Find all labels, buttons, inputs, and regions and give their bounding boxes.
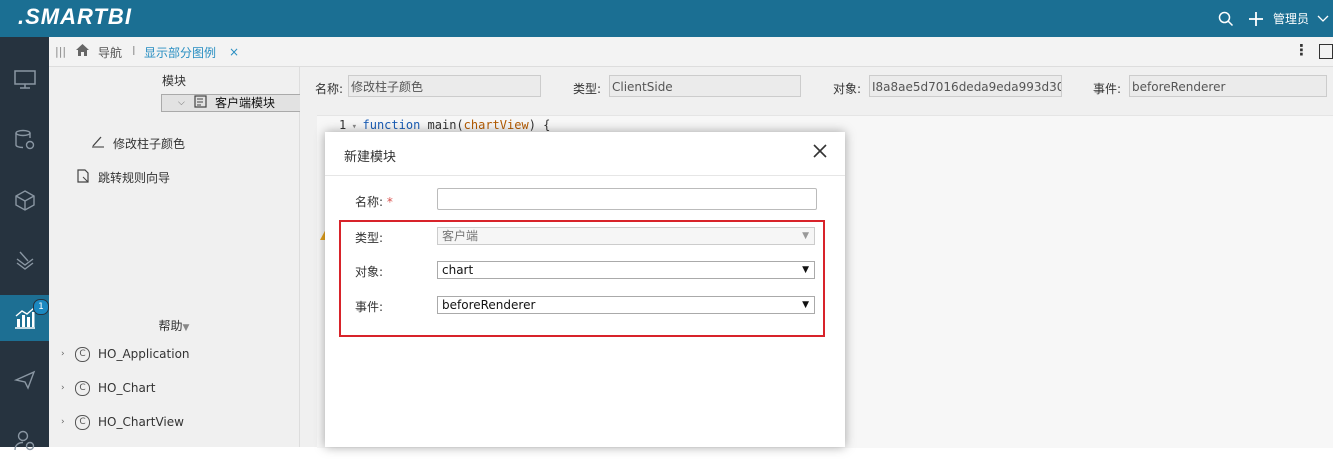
dropdown-arrow-icon: ▼ <box>802 300 809 310</box>
modules-header: 模块 <box>161 74 186 88</box>
rail-send-icon[interactable] <box>0 357 49 403</box>
edit-script-icon <box>91 135 105 151</box>
tree-item-jump-rule-wizard[interactable]: 跳转规则向导 <box>49 162 299 192</box>
top-bar: .SMARTBI 管理员 <box>0 0 1333 37</box>
module-folder-icon <box>194 94 207 112</box>
tree-item-label: 修改柱子颜色 <box>113 136 186 151</box>
fold-icon[interactable]: ▾ <box>346 122 362 132</box>
notification-badge: 1 <box>33 299 49 315</box>
close-icon[interactable] <box>813 144 827 161</box>
type-label: 类型: <box>573 82 602 96</box>
dialog-event-label: 事件: <box>355 300 384 314</box>
wizard-doc-icon <box>77 168 90 186</box>
help-item-label: HO_Chart <box>98 381 156 395</box>
top-right-tools: 管理员 <box>1211 0 1333 37</box>
dialog-type-value: 客户端 <box>442 229 479 243</box>
dialog-object-value: chart <box>442 263 474 277</box>
dialog-type-label: 类型: <box>355 231 384 245</box>
rail-database-icon[interactable] <box>0 117 49 163</box>
chevron-right-icon[interactable]: › <box>61 349 71 359</box>
help-item-ho-chartview[interactable]: › C HO_ChartView <box>49 407 299 437</box>
rail-analysis-icon[interactable]: 1 <box>0 295 49 341</box>
dialog-object-label: 对象: <box>355 265 384 279</box>
close-tab-icon[interactable]: × <box>229 45 239 59</box>
chevron-right-icon[interactable]: › <box>61 383 71 393</box>
caret-down-icon: ▼ <box>182 323 190 333</box>
dialog-event-select[interactable]: beforeRenderer ▼ <box>437 296 815 314</box>
nav-tab-label[interactable]: 导航 <box>98 44 122 61</box>
help-item-ho-chart[interactable]: › C HO_Chart <box>49 373 299 403</box>
new-module-dialog: 新建模块 名称: * 类型: 客户端 ▼ 对象: chart ▼ 事件: befor… <box>325 132 845 447</box>
event-field[interactable]: beforeRenderer <box>1129 75 1327 97</box>
tab-bar: ||| 导航 I 显示部分图例 × ⋮ <box>49 37 1333 67</box>
class-icon: C <box>75 414 90 430</box>
code-keyword: function <box>362 118 421 132</box>
required-mark: * <box>386 195 393 209</box>
tree-item-label: 客户端模块 <box>215 96 276 110</box>
rail-screen-icon[interactable] <box>0 57 49 103</box>
class-icon: C <box>75 346 90 362</box>
help-item-label: HO_ChartView <box>98 415 184 429</box>
code-end: ) { <box>528 118 551 132</box>
dialog-type-select[interactable]: 客户端 ▼ <box>437 227 815 245</box>
dialog-name-label: 名称: * <box>355 193 393 210</box>
dialog-event-value: beforeRenderer <box>442 298 536 312</box>
code-function: main( <box>427 118 464 132</box>
more-options-icon[interactable]: ⋮ <box>1294 41 1309 59</box>
event-label: 事件: <box>1093 82 1122 96</box>
dialog-object-select[interactable]: chart ▼ <box>437 261 815 279</box>
rail-layers-icon[interactable] <box>0 237 49 283</box>
home-icon[interactable] <box>75 43 90 60</box>
dialog-name-input[interactable] <box>437 188 817 210</box>
type-field[interactable]: ClientSide <box>609 75 801 97</box>
add-icon[interactable] <box>1241 11 1271 27</box>
dropdown-arrow-icon: ▼ <box>802 231 809 241</box>
help-item-label: HO_Application <box>98 347 190 361</box>
tab-show-partial-legend[interactable]: 显示部分图例 <box>144 44 216 61</box>
class-icon: C <box>75 380 90 396</box>
tab-separator: I <box>132 44 136 58</box>
help-item-ho-application[interactable]: › C HO_Application <box>49 339 299 369</box>
dialog-title: 新建模块 <box>344 150 397 165</box>
code-argument: chartView <box>463 118 529 132</box>
dialog-header: 新建模块 <box>325 132 845 176</box>
user-menu-label[interactable]: 管理员 <box>1273 10 1309 27</box>
module-panel: 模块 ⌵ 客户端模块 修改柱子颜色 跳转规则向导 帮助▼ › C HO_Appl… <box>49 67 539 447</box>
smartbi-logo: .SMARTBI <box>18 4 132 29</box>
code-line-1: 1 ▾ function main(chartView) { <box>339 118 550 132</box>
object-field[interactable]: I8a8ae5d7016deda9eda993d3016d <box>869 75 1062 97</box>
menu-grip-icon[interactable]: ||| <box>55 45 66 58</box>
help-header[interactable]: 帮助▼ <box>49 317 299 334</box>
chevron-right-icon[interactable]: › <box>61 417 71 427</box>
rail-cube-icon[interactable] <box>0 177 49 223</box>
dropdown-arrow-icon: ▼ <box>802 265 809 275</box>
window-toggle-icon[interactable] <box>1319 44 1333 59</box>
name-field[interactable]: 修改柱子颜色 <box>348 75 541 97</box>
help-header-label: 帮助 <box>158 319 183 333</box>
tree-item-label: 跳转规则向导 <box>98 170 171 185</box>
chevron-down-icon[interactable] <box>1313 15 1333 23</box>
left-nav-rail: 1 <box>0 37 49 451</box>
chevron-down-icon[interactable]: ⌵ <box>178 95 188 111</box>
rail-user-settings-icon[interactable] <box>0 417 49 463</box>
name-label: 名称: <box>315 82 344 96</box>
object-label: 对象: <box>833 82 862 96</box>
dialog-name-label-text: 名称: <box>355 195 384 209</box>
tree-item-change-bar-color[interactable]: 修改柱子颜色 <box>49 128 299 158</box>
search-icon[interactable] <box>1211 11 1241 27</box>
